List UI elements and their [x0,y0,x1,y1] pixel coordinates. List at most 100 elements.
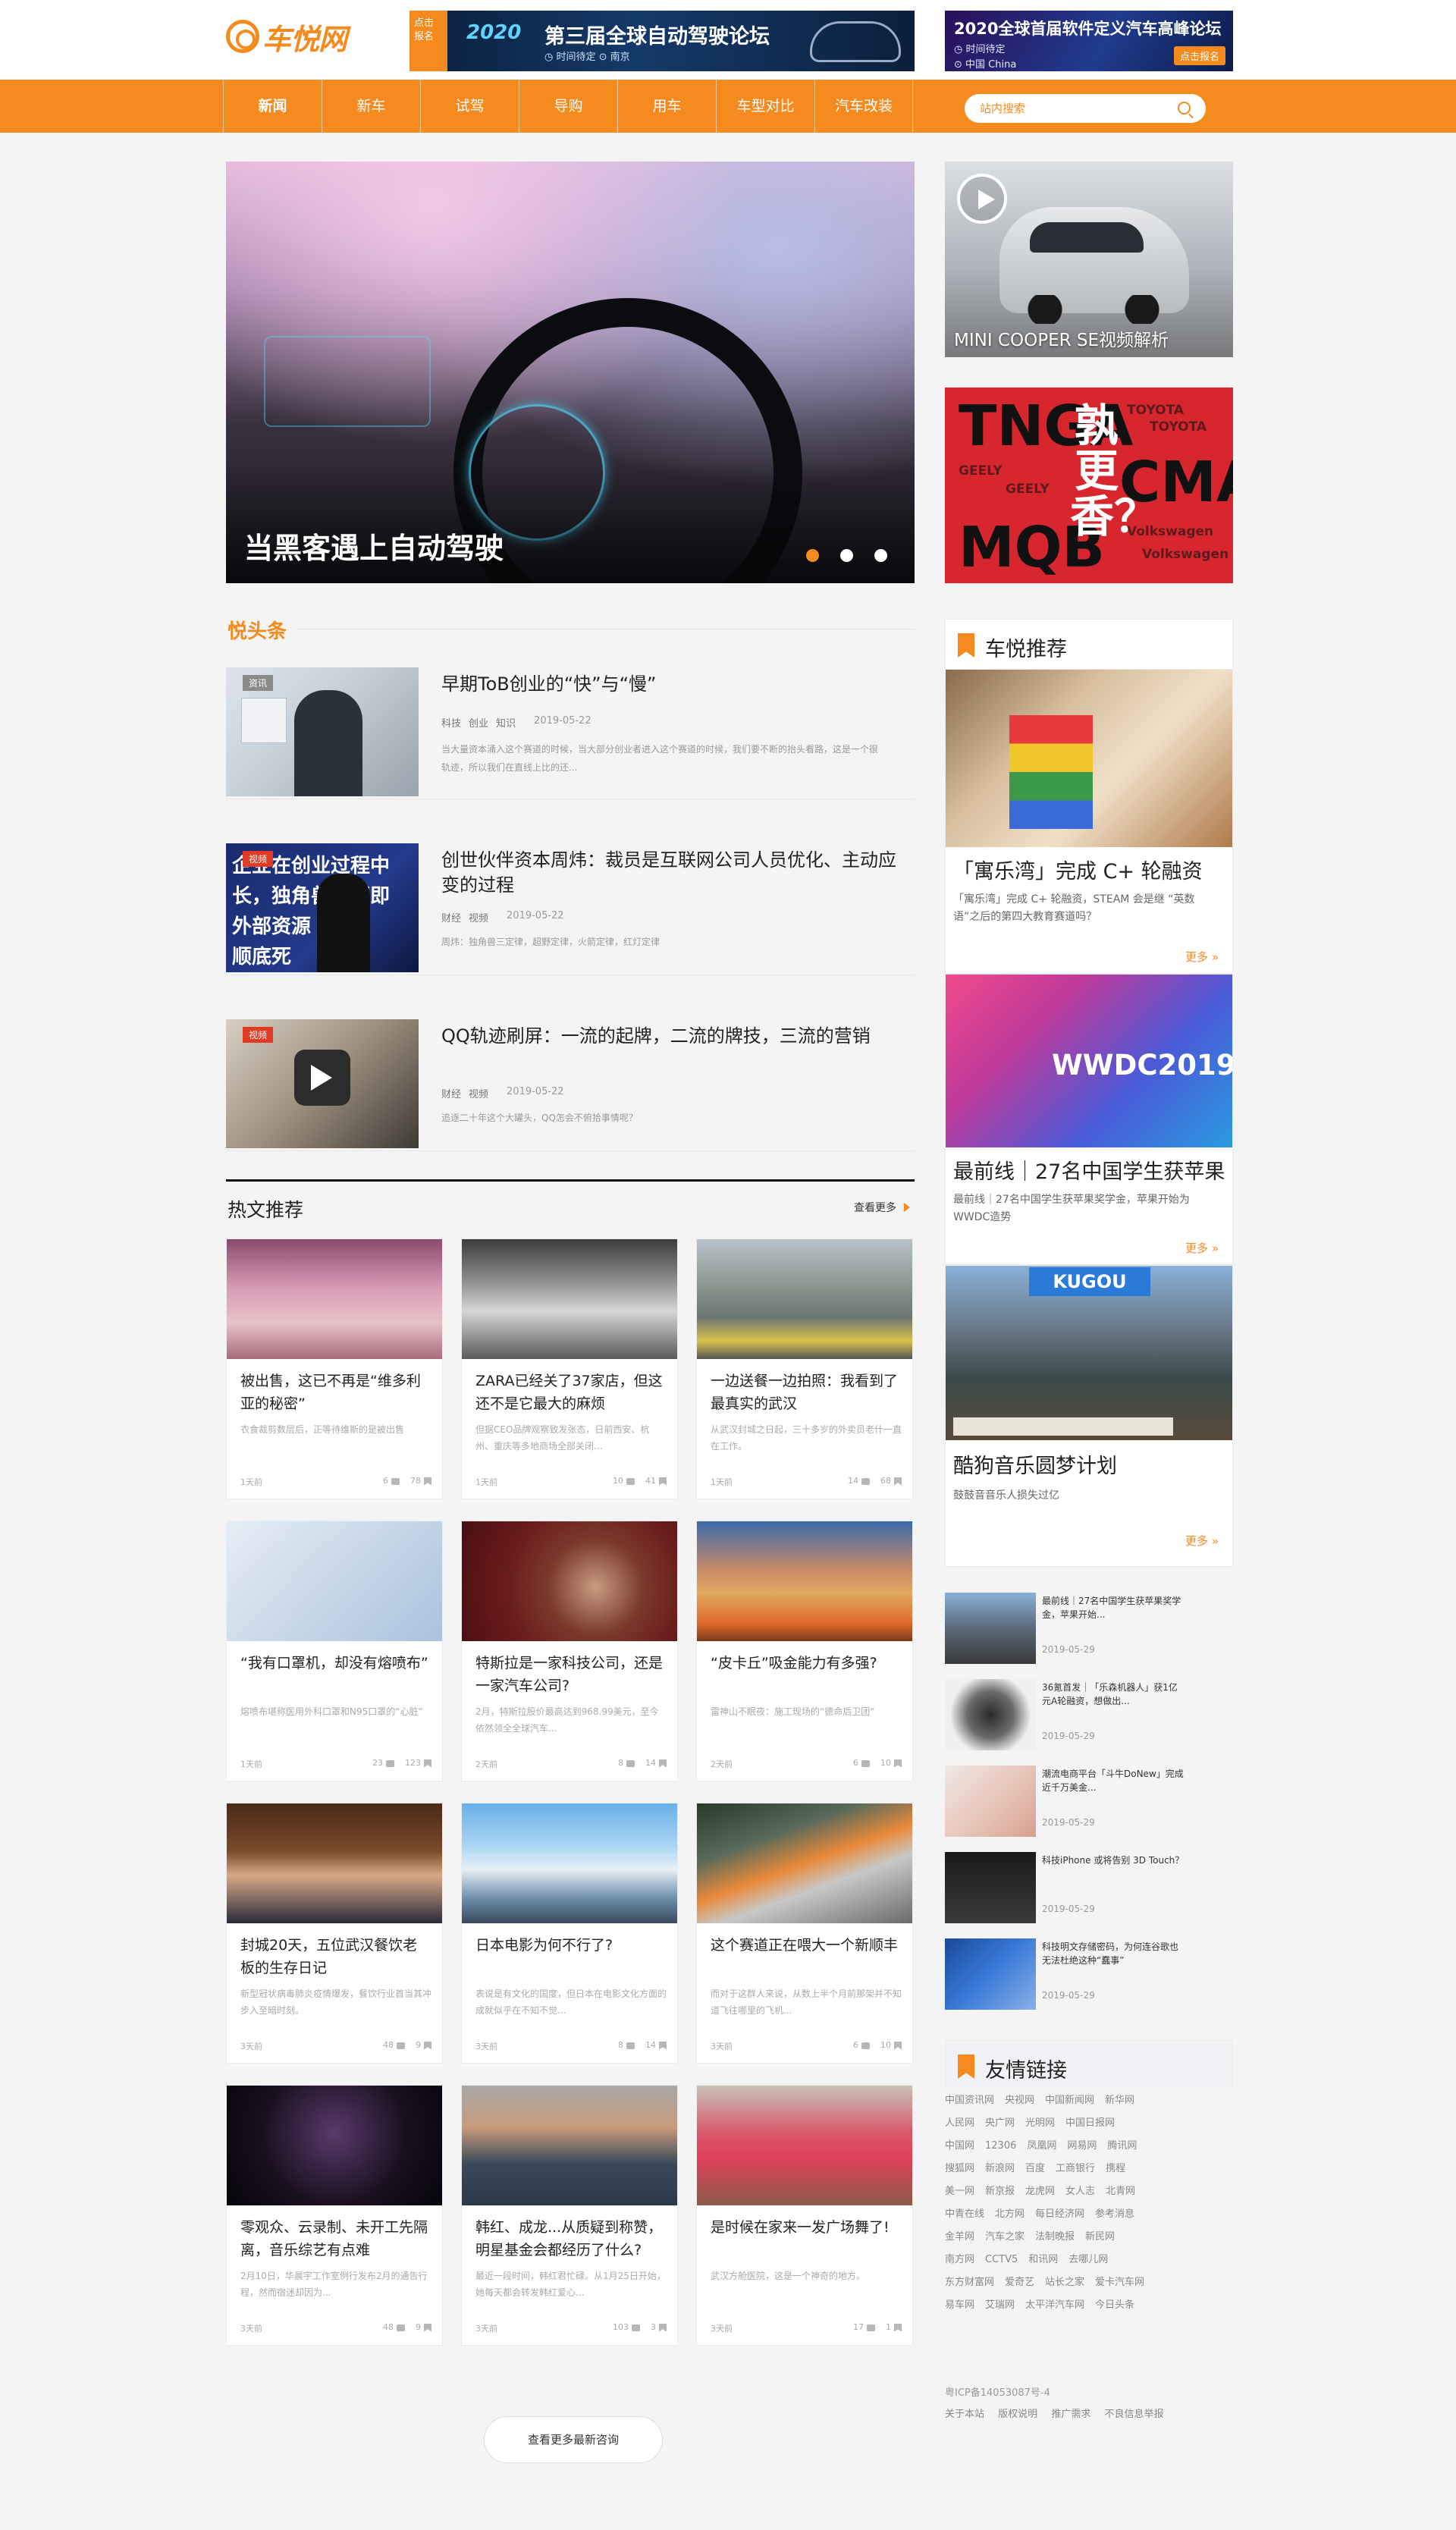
search-input[interactable] [980,99,1162,118]
hot-card[interactable]: ZARA已经关了37家店，但这还不是它最大的麻烦 但据CEO品牌观察致发张态，日… [461,1238,678,1499]
nav-item-test-drive[interactable]: 试驾 [420,80,519,133]
card-image[interactable] [697,1521,912,1641]
card-image[interactable] [697,1239,912,1359]
mini-news-title[interactable]: 潮流电商平台「斗牛DoNew」完成近千万美金... [1042,1767,1186,1794]
hot-card[interactable]: 韩红、成龙...从质疑到称赞，明星基金会都经历了什么? 最近一段时间，韩红君忙碌… [461,2085,678,2346]
nav-item-news[interactable]: 新闻 [223,80,322,133]
recommend-item[interactable]: WWDC2019 最前线｜27名中国学生获苹果 最前线｜27名中国学生获苹果奖学… [945,974,1233,1265]
mini-news-thumb[interactable] [945,1679,1036,1750]
friend-link[interactable]: 南方网 [945,2254,974,2265]
recommend-title[interactable]: 最前线｜27名中国学生获苹果 [953,1155,1225,1185]
friend-link[interactable]: 新浪网 [985,2163,1015,2174]
card-image[interactable] [462,1803,677,1923]
nav-item-modification[interactable]: 汽车改装 [814,80,913,133]
friend-link[interactable]: 中青在线 [945,2208,984,2220]
mini-news-item[interactable]: 36氪首发｜「乐森机器人」获1亿元A轮融资，想做出... 2019-05-29 [945,1679,1233,1750]
friend-link[interactable]: 人民网 [945,2117,974,2129]
card-image[interactable] [462,1521,677,1641]
card-title[interactable]: 零观众、云录制、未开工先隔离，音乐综艺有点难 [240,2216,431,2262]
nav-item-car-use[interactable]: 用车 [617,80,716,133]
mini-news-thumb[interactable] [945,1938,1036,2010]
carousel-dot-2[interactable] [840,549,853,562]
friend-link[interactable]: 新民网 [1085,2231,1115,2243]
hot-card[interactable]: 是时候在家来一发广场舞了! 武汉方舱医院，这是一个神奇的地方。 3天前 17 1 [696,2085,913,2346]
load-more-button[interactable]: 查看更多最新咨询 [484,2416,663,2463]
friend-link[interactable]: 工商银行 [1056,2163,1095,2174]
friend-link[interactable]: 爱卡汽车网 [1095,2277,1144,2288]
card-title[interactable]: 一边送餐一边拍照：我看到了最真实的武汉 [711,1370,902,1415]
hero-carousel[interactable]: 当黑客遇上自动驾驶 [226,162,915,583]
hot-card[interactable]: 特斯拉是一家科技公司，还是一家汽车公司? 2月，特斯拉股价最高达到968.99美… [461,1521,678,1781]
nav-item-buying-guide[interactable]: 导购 [519,80,617,133]
friend-link[interactable]: 腾讯网 [1107,2140,1137,2152]
more-link[interactable]: 更多 » [1185,1240,1219,1256]
news-tag-item[interactable]: 创业 [469,715,488,730]
search-icon[interactable] [1178,102,1191,115]
friend-link[interactable]: 汽车之家 [985,2231,1025,2243]
friend-link[interactable]: 中国日报网 [1065,2117,1115,2129]
friend-link[interactable]: CCTV5 [985,2254,1018,2265]
friend-link[interactable]: 中国网 [945,2140,974,2152]
card-title[interactable]: “我有口罩机，却没有熔喷布” [240,1652,431,1675]
hot-card[interactable]: 被出售，这已不再是“维多利亚的秘密” 衣食裁剪数层后，正等待维斯的是被出售 1天… [226,1238,443,1499]
more-link[interactable]: 更多 » [1185,1533,1219,1549]
friend-link[interactable]: 中国资讯网 [945,2095,994,2106]
card-title[interactable]: ZARA已经关了37家店，但这还不是它最大的麻烦 [475,1370,667,1415]
footer-link-copyright[interactable]: 版权说明 [998,2409,1037,2420]
friend-link[interactable]: 12306 [985,2140,1016,2152]
view-more-link[interactable]: 查看更多 [854,1200,910,1215]
friend-link[interactable]: 每日经济网 [1035,2208,1084,2220]
news-tag-item[interactable]: 视频 [469,910,488,924]
hot-card[interactable]: 这个赛道正在喂大一个新顺丰 而对于这群人来说，从数上半个月前那架并不知道飞往哪里… [696,1803,913,2064]
news-tag-item[interactable]: 财经 [441,1086,461,1100]
news-item[interactable]: 资讯 早期ToB创业的“快”与“慢” 科技 创业 知识 2019-05-22 当… [226,667,915,799]
card-image[interactable] [227,2086,442,2205]
site-logo[interactable]: 车悦网 [226,14,347,59]
friend-link[interactable]: 新京报 [985,2186,1015,2197]
news-thumbnail[interactable]: 资讯 [226,667,419,796]
footer-link-ads[interactable]: 推广需求 [1051,2409,1090,2420]
friend-link[interactable]: 今日头条 [1095,2299,1134,2311]
mini-news-title[interactable]: 科技明文存储密码，为何连谷歌也无法杜绝这种“蠢事” [1042,1940,1186,1967]
forum-banner-left[interactable]: 点击报名 2020 第三届全球自动驾驶论坛 ◷ 时间待定 ⊙ 南京 [410,11,915,71]
friend-link[interactable]: 龙虎网 [1025,2186,1055,2197]
footer-link-about[interactable]: 关于本站 [945,2409,984,2420]
news-tag-item[interactable]: 科技 [441,715,461,730]
card-title[interactable]: 韩红、成龙...从质疑到称赞，明星基金会都经历了什么? [475,2216,667,2262]
hot-card[interactable]: 一边送餐一边拍照：我看到了最真实的武汉 从武汉封城之日起，三十多岁的外卖员老什一… [696,1238,913,1499]
friend-link[interactable]: 艾瑞网 [985,2299,1015,2311]
friend-link[interactable]: 太平洋汽车网 [1025,2299,1084,2311]
play-icon[interactable] [311,1065,332,1091]
mini-news-item[interactable]: 潮流电商平台「斗牛DoNew」完成近千万美金... 2019-05-29 [945,1766,1233,1837]
friend-link[interactable]: 美一网 [945,2186,974,2197]
card-title[interactable]: 是时候在家来一发广场舞了! [711,2216,902,2239]
card-title[interactable]: 这个赛道正在喂大一个新顺丰 [711,1934,902,1957]
icp-record[interactable]: 粤ICP备14053087号-4 [945,2383,1233,2404]
recommend-image[interactable]: WWDC2019 [946,975,1232,1147]
news-item[interactable]: 视频 QQ轨迹刷屏：一流的起牌，二流的牌技，三流的营销 财经 视频 2019-0… [226,1019,915,1151]
mini-news-item[interactable]: 科技iPhone 或将告别 3D Touch？ 2019-05-29 [945,1852,1233,1923]
friend-link[interactable]: 北青网 [1106,2186,1135,2197]
friend-link[interactable]: 新华网 [1105,2095,1134,2106]
card-image[interactable] [697,2086,912,2205]
news-tag-item[interactable]: 知识 [496,715,516,730]
mini-news-thumb[interactable] [945,1593,1036,1664]
friend-link[interactable]: 央广网 [985,2117,1015,2129]
card-title[interactable]: “皮卡丘”吸金能力有多强? [711,1652,902,1675]
news-title[interactable]: 早期ToB创业的“快”与“慢” [441,672,912,697]
friend-link[interactable]: 和讯网 [1028,2254,1058,2265]
friend-link[interactable]: 易车网 [945,2299,974,2311]
carousel-dot-3[interactable] [874,549,887,562]
friend-link[interactable]: 中国新闻网 [1045,2095,1094,2106]
banner-signup-button[interactable]: 点击报名 [1173,46,1225,65]
recommend-item[interactable]: KUGOU 酷狗音乐圆梦计划 鼓鼓音音乐人损失过亿 更多 » [945,1265,1233,1567]
side-video-card[interactable]: MINI COOPER SE视频解析 [945,162,1233,357]
footer-link-report[interactable]: 不良信息举报 [1104,2409,1163,2420]
friend-link[interactable]: 光明网 [1025,2117,1055,2129]
mini-news-title[interactable]: 科技iPhone 或将告别 3D Touch？ [1042,1854,1186,1867]
news-thumbnail[interactable]: 企业在创业过程中 长，独角兽内部即 外部资源 顺底死 视频 [226,843,419,972]
card-image[interactable] [227,1521,442,1641]
news-thumbnail[interactable]: 视频 [226,1019,419,1148]
news-tag-item[interactable]: 视频 [469,1086,488,1100]
mini-news-item[interactable]: 最前线｜27名中国学生获苹果奖学金，苹果开始... 2019-05-29 [945,1593,1233,1664]
